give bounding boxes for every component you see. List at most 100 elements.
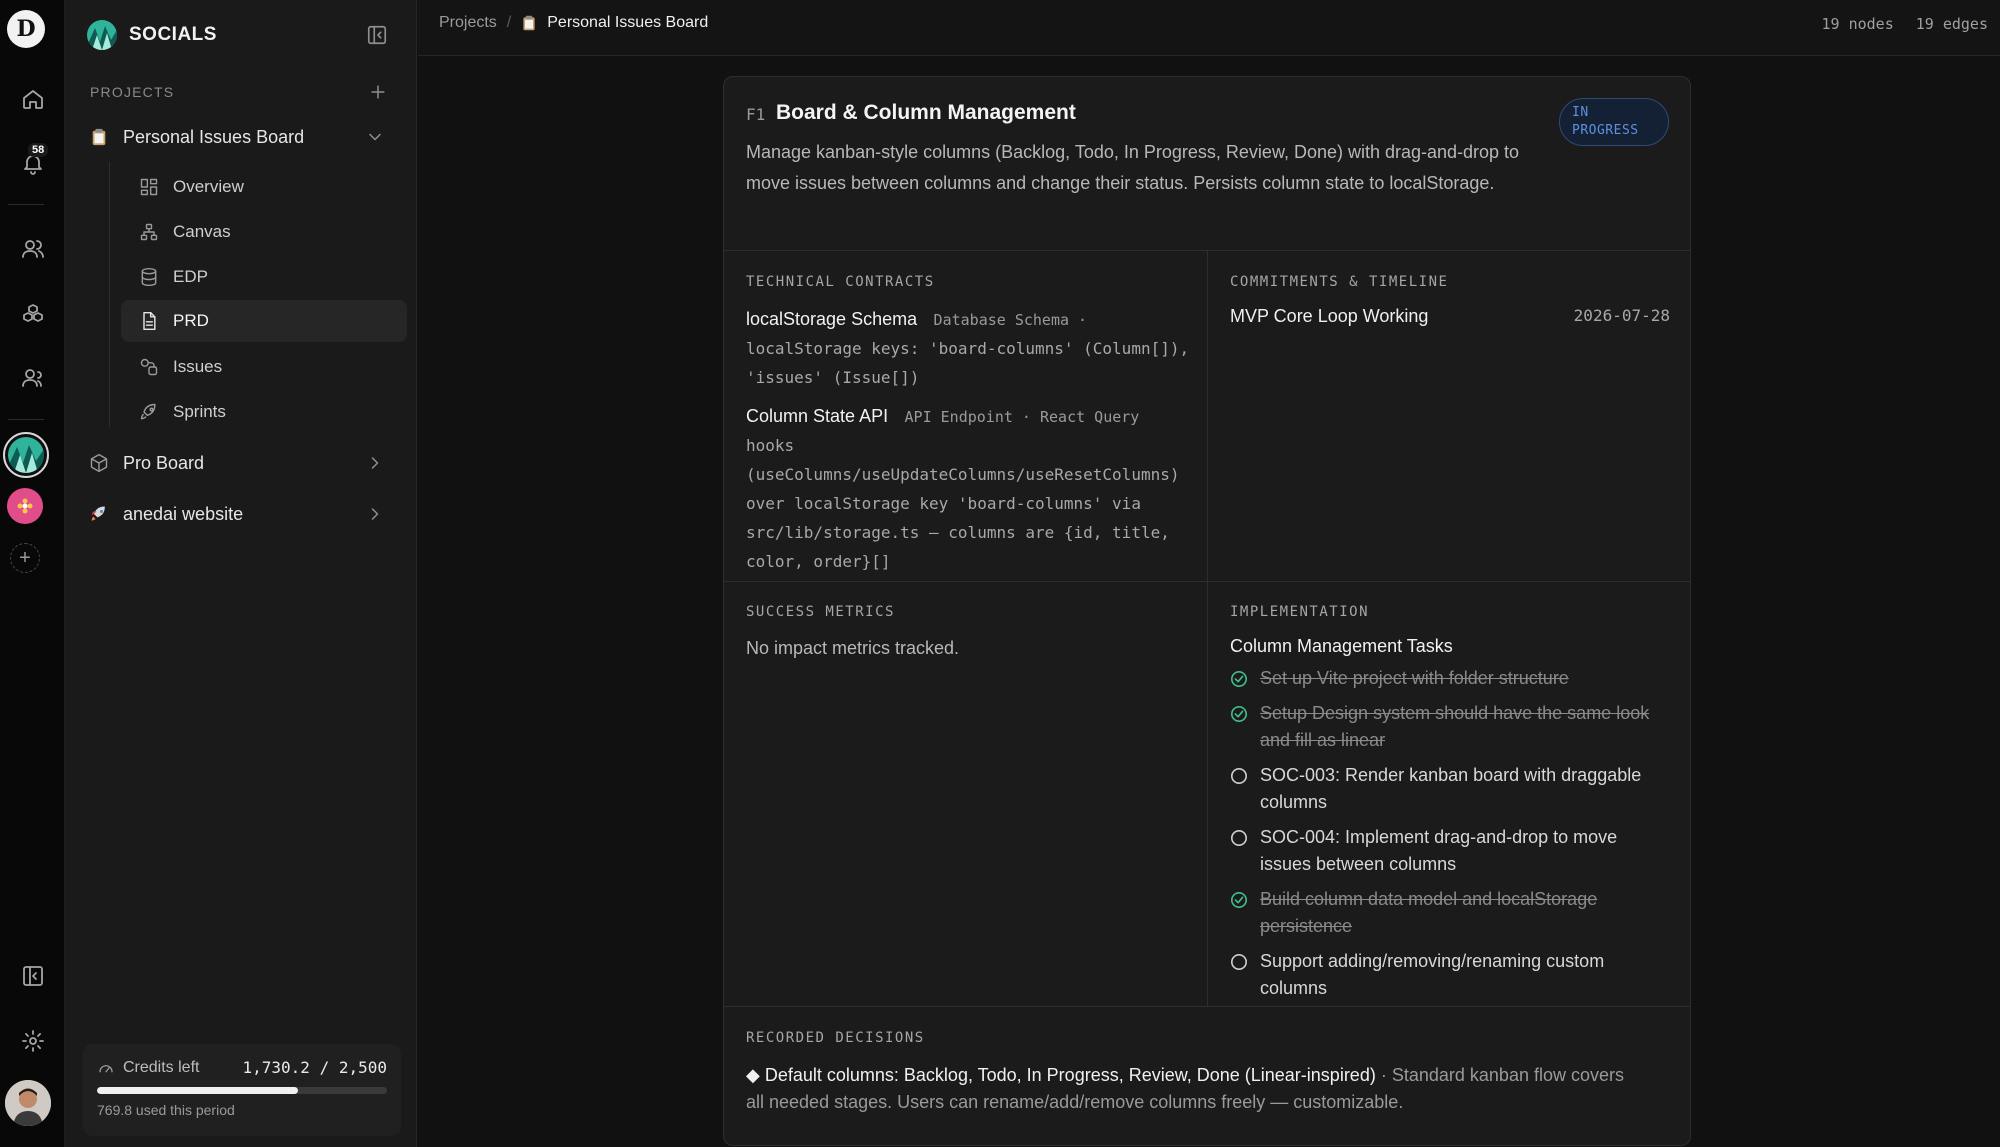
home-icon[interactable] <box>10 76 55 121</box>
workspace-header[interactable]: SOCIALS <box>87 20 217 50</box>
nav-prd[interactable]: PRD <box>121 300 407 342</box>
task-text: SOC-003: Render kanban board with dragga… <box>1260 765 1642 812</box>
project-name: Personal Issues Board <box>123 126 305 147</box>
task-item[interactable]: SOC-003: Render kanban board with dragga… <box>1230 762 1670 816</box>
success-metrics-section: SUCCESS METRICS No impact metrics tracke… <box>746 604 1192 659</box>
breadcrumb-current-label: Personal Issues Board <box>547 14 709 31</box>
chevron-down-icon[interactable] <box>365 127 385 147</box>
database-icon <box>141 267 157 287</box>
nav-canvas[interactable]: Canvas <box>121 211 407 253</box>
project-name: Pro Board <box>123 452 205 473</box>
feature-description: Manage kanban-style columns (Backlog, To… <box>746 142 1520 193</box>
project-sidebar: SOCIALS PROJECTS Personal Issues Board O… <box>65 0 417 1147</box>
nav-label: Sprints <box>173 402 226 421</box>
chevron-right-icon[interactable] <box>365 504 385 524</box>
contract-body: localStorage keys: 'board-columns' (Colu… <box>746 339 1190 387</box>
empty-circle-icon[interactable] <box>1230 767 1248 785</box>
commitment-title: MVP Core Loop Working <box>1230 306 1429 326</box>
nav-sprints[interactable]: Sprints <box>121 391 407 433</box>
contract-kind: Database Schema · <box>933 311 1088 329</box>
task-item[interactable]: Support adding/removing/renaming custom … <box>1230 948 1670 1002</box>
task-text: Setup Design system should have the same… <box>1260 703 1650 750</box>
main-content: F1 Board & Column Management Manage kanb… <box>418 56 2000 1147</box>
chevron-right-icon[interactable] <box>365 453 385 473</box>
workspace-avatar-socials[interactable] <box>3 432 49 478</box>
add-workspace-icon[interactable]: + <box>10 543 40 573</box>
task-text: Build column data model and localStorage… <box>1260 889 1598 936</box>
check-circle-icon[interactable] <box>1230 705 1248 723</box>
check-circle-icon[interactable] <box>1230 891 1248 909</box>
app-logo[interactable]: D <box>7 10 45 48</box>
status-line-1: IN <box>1572 105 1589 120</box>
task-text: Support adding/removing/renaming custom … <box>1260 951 1605 998</box>
credits-label: Credits left <box>123 1058 200 1076</box>
nav-overview[interactable]: Overview <box>121 166 407 208</box>
subnav-guide-line <box>109 162 110 428</box>
empty-circle-icon[interactable] <box>1230 829 1248 847</box>
document-icon <box>143 311 156 331</box>
commitments-section: COMMITMENTS & TIMELINE MVP Core Loop Wor… <box>1230 274 1670 327</box>
task-item[interactable]: Set up Vite project with folder structur… <box>1230 665 1670 692</box>
project-pro-board[interactable]: Pro Board <box>89 444 399 482</box>
contract-kind: API Endpoint · React Query <box>904 408 1140 426</box>
section-label: IMPLEMENTATION <box>1230 604 1370 620</box>
commitment-date: 2026-07-28 <box>1573 306 1670 325</box>
task-group-title: Column Management Tasks <box>1230 636 1453 656</box>
empty-circle-icon[interactable] <box>1230 953 1248 971</box>
contract-name: Column State API <box>746 406 889 426</box>
decision-item: ◆ Default columns: Backlog, Todo, In Pro… <box>746 1062 1646 1116</box>
rail-divider <box>8 204 44 205</box>
contract-name: localStorage Schema <box>746 309 918 329</box>
nav-label: Issues <box>173 357 223 376</box>
notification-count-badge: 58 <box>28 143 49 157</box>
top-bar: Projects / Personal Issues Board 19 node… <box>418 0 2000 56</box>
gauge-icon <box>99 1064 113 1072</box>
check-circle-icon[interactable] <box>1230 670 1248 688</box>
credits-progress-bar <box>97 1087 387 1094</box>
users-icon[interactable] <box>10 226 55 271</box>
decision-title: Default columns: Backlog, Todo, In Progr… <box>764 1065 1376 1085</box>
grid-icon <box>140 178 158 196</box>
user-avatar[interactable] <box>5 1080 51 1126</box>
task-text: SOC-004: Implement drag-and-drop to move… <box>1260 827 1618 874</box>
nav-edp[interactable]: EDP <box>121 256 407 298</box>
box-icon <box>89 453 109 473</box>
credits-panel: Credits left 1,730.2 / 2,500 769.8 used … <box>83 1044 401 1136</box>
status-badge[interactable]: IN PROGRESS <box>1559 98 1669 146</box>
feature-header: F1 Board & Column Management Manage kanb… <box>724 77 1690 251</box>
edges-count: 19 edges <box>1915 15 1988 33</box>
nav-issues[interactable]: Issues <box>121 346 407 388</box>
credits-value: 1,730.2 / 2,500 <box>242 1058 388 1077</box>
breadcrumb-projects-link[interactable]: Projects <box>439 14 497 32</box>
workspace-logo <box>87 20 117 50</box>
task-item[interactable]: Build column data model and localStorage… <box>1230 886 1670 940</box>
feature-id: F1 <box>746 105 766 124</box>
project-anedai-website[interactable]: anedai website <box>89 495 399 533</box>
section-label: RECORDED DECISIONS <box>746 1030 925 1046</box>
collapse-sidebar-icon[interactable] <box>366 24 388 46</box>
workspace-name: SOCIALS <box>129 24 217 45</box>
breadcrumb-separator: / <box>506 14 512 31</box>
issues-icon <box>140 358 158 376</box>
workspace-avatar-flower[interactable] <box>7 488 43 524</box>
project-personal-issues-board[interactable]: Personal Issues Board <box>89 118 399 156</box>
icon-rail: D 58 + <box>0 0 65 1147</box>
task-item[interactable]: SOC-004: Implement drag-and-drop to move… <box>1230 824 1670 878</box>
clipboard-icon <box>523 15 535 31</box>
settings-gear-icon[interactable] <box>10 1018 55 1063</box>
sidebar-toggle-icon[interactable] <box>10 953 55 998</box>
task-text: Set up Vite project with folder structur… <box>1260 668 1569 688</box>
task-item[interactable]: Setup Design system should have the same… <box>1230 700 1670 754</box>
team-icon[interactable] <box>10 355 55 400</box>
implementation-section: IMPLEMENTATION Column Management Tasks S… <box>1230 604 1670 1002</box>
section-label: SUCCESS METRICS <box>746 604 895 620</box>
task-list: Set up Vite project with folder structur… <box>1230 665 1670 1002</box>
boxes-icon[interactable] <box>10 291 55 336</box>
rail-divider <box>8 419 44 420</box>
diamond-bullet-icon: ◆ <box>746 1065 760 1085</box>
rocket-icon <box>89 504 109 524</box>
nodes-count: 19 nodes <box>1821 15 1894 33</box>
add-project-icon[interactable] <box>368 82 388 102</box>
nodes-icon <box>140 223 158 241</box>
nav-label: PRD <box>173 311 209 330</box>
